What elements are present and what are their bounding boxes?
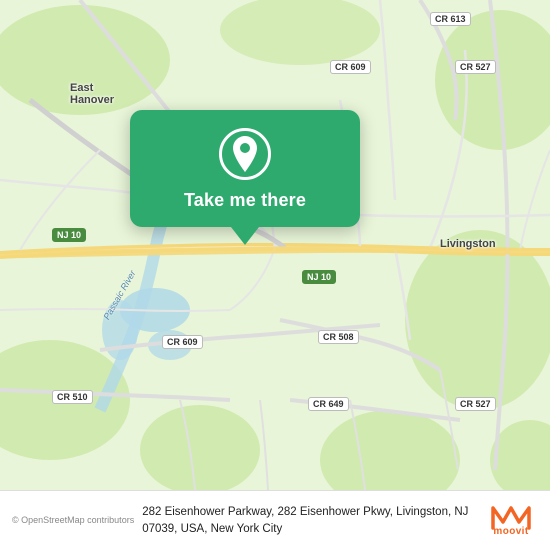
osm-credit: © OpenStreetMap contributors (12, 515, 134, 526)
address-text: 282 Eisenhower Parkway, 282 Eisenhower P… (142, 504, 476, 537)
moovit-logo-icon: moovit (484, 504, 538, 537)
location-pin-icon (230, 136, 260, 172)
moovit-text: moovit (493, 526, 528, 537)
location-popup[interactable]: Take me there (130, 110, 360, 227)
road-badge-nj10-mid: NJ 10 (302, 270, 336, 284)
road-badge-nj10-left: NJ 10 (52, 228, 86, 242)
place-label-east-hanover: EastHanover (70, 82, 114, 106)
place-label-livingston: Livingston (440, 238, 496, 250)
popup-label: Take me there (184, 190, 306, 211)
road-badge-cr527-bot: CR 527 (455, 397, 496, 411)
road-badge-cr613: CR 613 (430, 12, 471, 26)
bottom-bar: © OpenStreetMap contributors 282 Eisenho… (0, 490, 550, 550)
map-container: CR 613 CR 609 CR 527 NJ 10 NJ 10 CR 609 … (0, 0, 550, 490)
pin-icon-wrapper (219, 128, 271, 180)
road-badge-cr527-top: CR 527 (455, 60, 496, 74)
road-badge-cr508: CR 508 (318, 330, 359, 344)
road-badge-cr609-bot: CR 609 (162, 335, 203, 349)
road-badge-cr649: CR 649 (308, 397, 349, 411)
road-badge-cr609-top: CR 609 (330, 60, 371, 74)
road-badge-cr510: CR 510 (52, 390, 93, 404)
